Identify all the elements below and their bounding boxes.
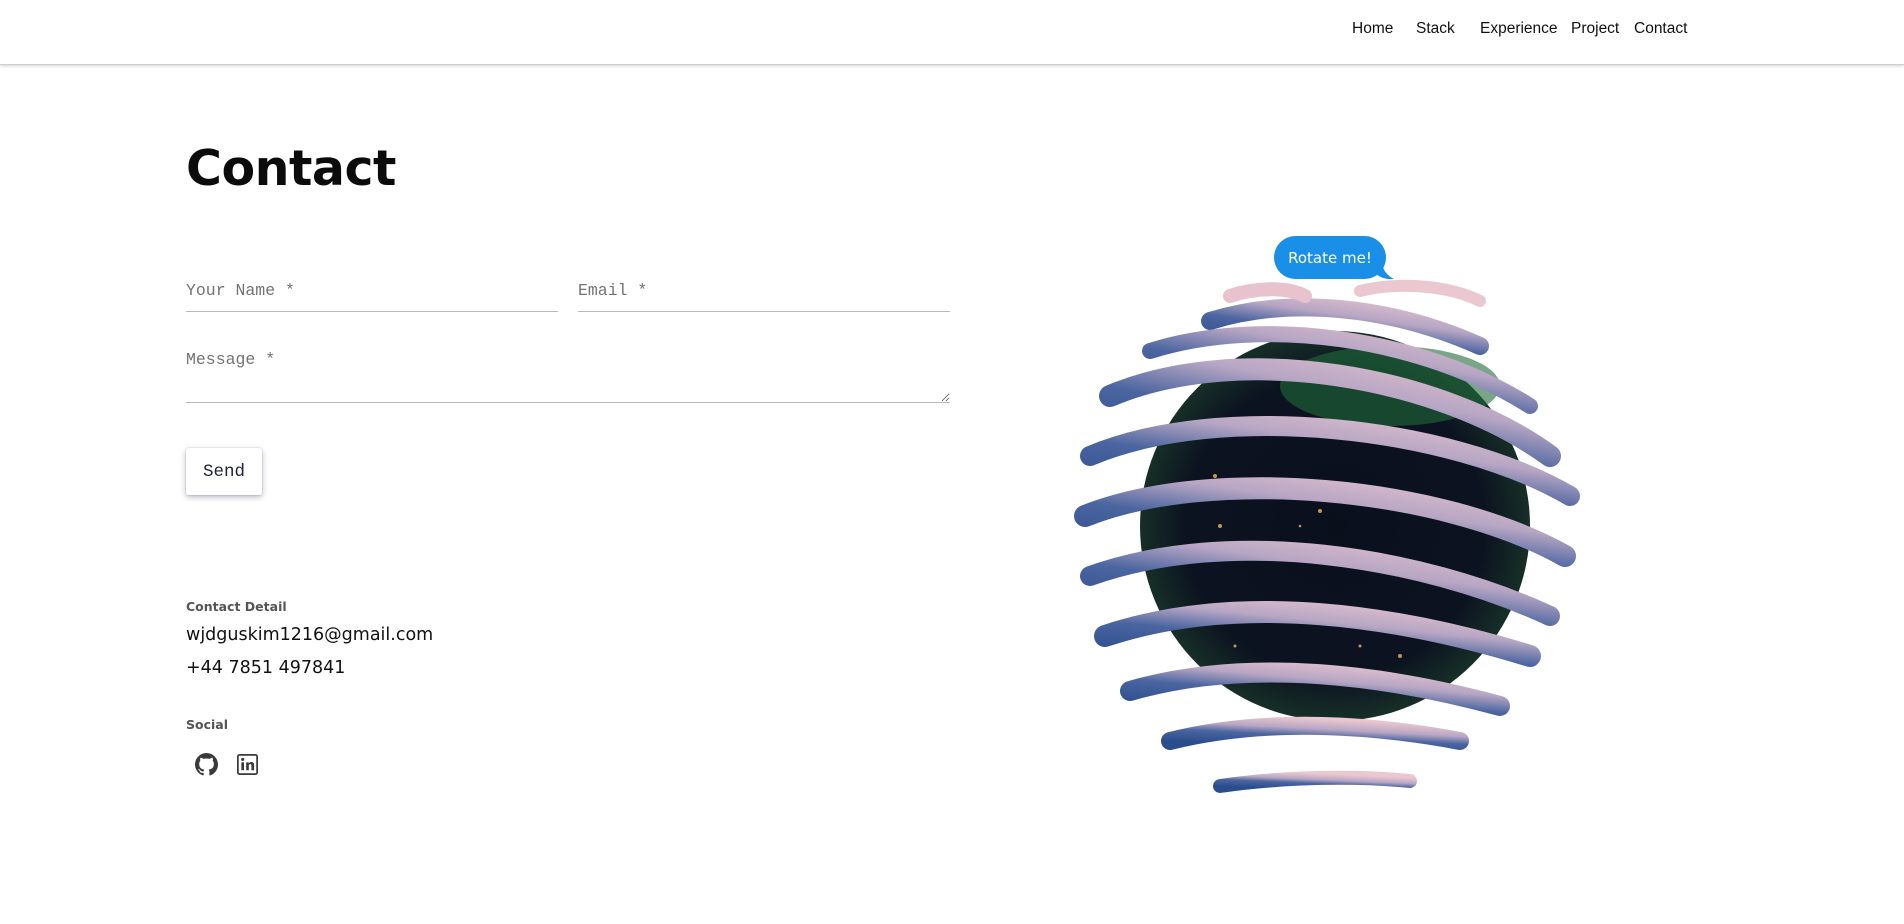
send-button[interactable]: Send [186,448,262,495]
nav-contact[interactable]: Contact [1634,20,1687,38]
github-icon[interactable] [194,752,218,776]
contact-email: wjdguskim1216@gmail.com [186,625,434,645]
contact-phone: +44 7851 497841 [186,658,346,678]
bubble-tail [1374,264,1394,280]
contact-detail-label: Contact Detail [186,599,287,614]
linkedin-icon-svg [236,753,258,775]
globe-illustration [1074,279,1580,793]
nav-project[interactable]: Project [1571,20,1619,38]
linkedin-icon[interactable] [235,752,259,776]
name-field[interactable] [186,270,558,312]
nav-experience[interactable]: Experience [1480,20,1558,38]
rotate-hint-bubble: Rotate me! [1274,236,1386,279]
message-field[interactable] [186,348,950,403]
top-navbar: Home Stack Experience Project Contact [0,0,1904,65]
globe-3d-canvas[interactable] [1060,226,1600,806]
nav-stack[interactable]: Stack [1416,20,1455,38]
page-title: Contact [186,140,396,197]
github-icon-svg [194,752,218,775]
email-field[interactable] [578,270,950,312]
social-label: Social [186,717,229,732]
nav-home[interactable]: Home [1352,20,1393,38]
